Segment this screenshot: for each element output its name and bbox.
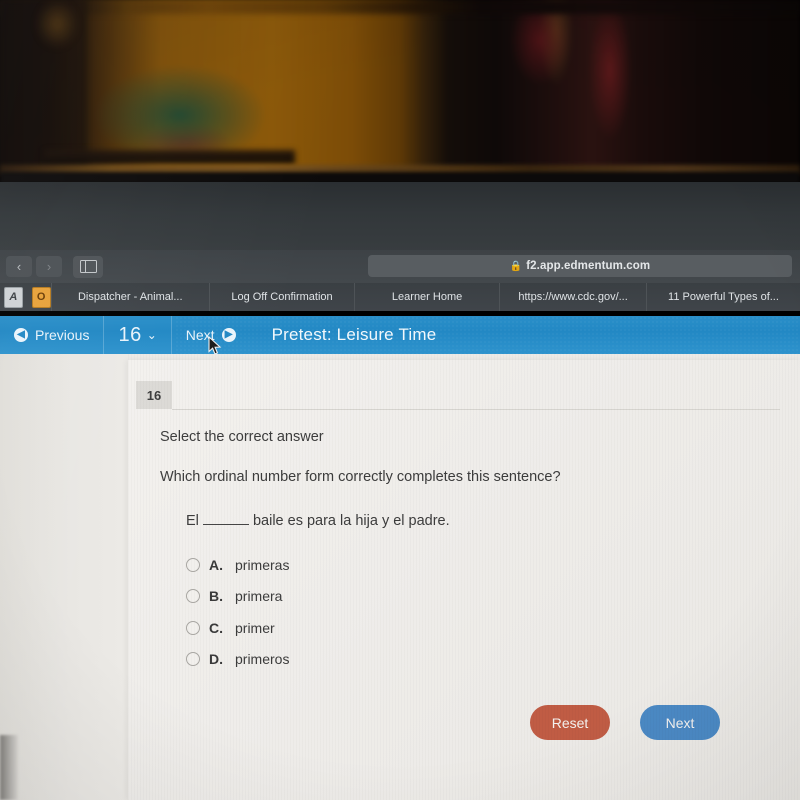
question-number-badge: 16	[136, 381, 172, 409]
question-prompt: Which ordinal number form correctly comp…	[160, 469, 561, 485]
bookmarks-bar: A O Dispatcher - Animal... Log Off Confi…	[0, 283, 800, 311]
room-shelf	[45, 150, 295, 164]
question-number-dropdown[interactable]: 16 ⌄	[104, 316, 172, 354]
monitor-left-edge	[0, 735, 18, 800]
answer-option-c[interactable]: C. primer	[186, 612, 289, 644]
bookmark-learner-home[interactable]: Learner Home	[354, 283, 499, 311]
sidebar-toggle-button[interactable]	[73, 255, 103, 278]
favicon-o-icon[interactable]: O	[31, 286, 51, 308]
next-arrow-icon: ▶	[221, 328, 236, 342]
card-divider	[172, 409, 780, 410]
sentence-before-blank: El	[186, 513, 199, 529]
radio-button-icon[interactable]	[186, 557, 200, 572]
back-button[interactable]: ‹	[6, 256, 32, 277]
next-button[interactable]: Next	[640, 705, 720, 740]
answer-option-a[interactable]: A. primeras	[186, 549, 289, 581]
navigation-buttons: ‹ ›	[6, 256, 62, 277]
option-label: primeros	[235, 651, 290, 668]
option-letter: A.	[209, 556, 223, 573]
answer-option-b[interactable]: B. primera	[186, 581, 289, 613]
radio-button-icon[interactable]	[186, 589, 200, 604]
action-buttons: Reset Next	[530, 705, 720, 740]
forward-button[interactable]: ›	[36, 256, 62, 277]
option-letter: C.	[209, 619, 223, 636]
sidebar-icon	[79, 260, 97, 273]
question-instruction: Select the correct answer	[160, 429, 324, 445]
favicon-a-icon[interactable]: A	[4, 286, 23, 308]
sentence-blank	[202, 524, 249, 525]
next-nav-label: Next	[185, 327, 215, 343]
page-left-gutter	[0, 354, 128, 800]
bookmark-dispatcher[interactable]: Dispatcher - Animal...	[50, 283, 209, 311]
chevron-down-icon: ⌄	[146, 328, 157, 342]
current-question-number: 16	[118, 323, 142, 346]
bookmark-log-off-confirmation[interactable]: Log Off Confirmation	[208, 283, 354, 311]
radio-button-icon[interactable]	[186, 620, 200, 635]
browser-toolbar: ‹ › 🔒 f2.app.edmentum.com	[0, 250, 800, 283]
bookmark-label: Dispatcher - Animal...	[77, 291, 183, 303]
address-bar[interactable]: 🔒 f2.app.edmentum.com	[368, 255, 792, 277]
option-letter: B.	[209, 588, 223, 605]
answer-options: A. primeras B. primera C. primer D. prim…	[186, 549, 289, 675]
question-sentence: El baile es para la hija y el padre.	[186, 513, 450, 529]
bookmark-label: https://www.cdc.gov/...	[518, 291, 628, 303]
room-light-glow	[36, 0, 78, 48]
previous-button[interactable]: ◀ Previous	[0, 316, 105, 354]
assessment-navbar: ◀ Previous 16 ⌄ Next ▶ Pretest: Leisure …	[0, 316, 800, 354]
screen-dark-area	[0, 182, 800, 252]
lock-icon: 🔒	[509, 260, 523, 272]
bookmark-label: 11 Powerful Types of...	[668, 291, 779, 303]
answer-option-d[interactable]: D. primeros	[186, 644, 289, 676]
bookmark-label: Log Off Confirmation	[231, 291, 333, 303]
sentence-after-blank: baile es para la hija y el padre.	[252, 513, 450, 529]
option-label: primeras	[235, 556, 290, 573]
back-icon: ‹	[16, 259, 22, 274]
room-top-shadow	[0, 0, 800, 14]
previous-arrow-icon: ◀	[14, 328, 28, 342]
next-nav-button[interactable]: Next ▶	[172, 316, 250, 354]
browser-chrome: ‹ › 🔒 f2.app.edmentum.com A O Dispatcher…	[0, 250, 800, 320]
option-letter: D.	[209, 651, 223, 668]
bookmark-cdc[interactable]: https://www.cdc.gov/...	[499, 283, 646, 311]
reset-button[interactable]: Reset	[530, 705, 610, 740]
option-label: primera	[235, 588, 283, 605]
bookmark-11-powerful-types[interactable]: 11 Powerful Types of...	[646, 283, 800, 311]
room-background-photo	[0, 0, 800, 172]
photographed-screen: ‹ › 🔒 f2.app.edmentum.com A O Dispatcher…	[0, 0, 800, 800]
bookmark-label: Learner Home	[391, 291, 463, 303]
previous-label: Previous	[35, 327, 90, 343]
forward-icon: ›	[46, 259, 52, 274]
address-bar-url: f2.app.edmentum.com	[526, 260, 651, 272]
page-title: Pretest: Leisure Time	[271, 325, 437, 344]
option-label: primer	[235, 619, 275, 636]
radio-button-icon[interactable]	[186, 652, 200, 667]
